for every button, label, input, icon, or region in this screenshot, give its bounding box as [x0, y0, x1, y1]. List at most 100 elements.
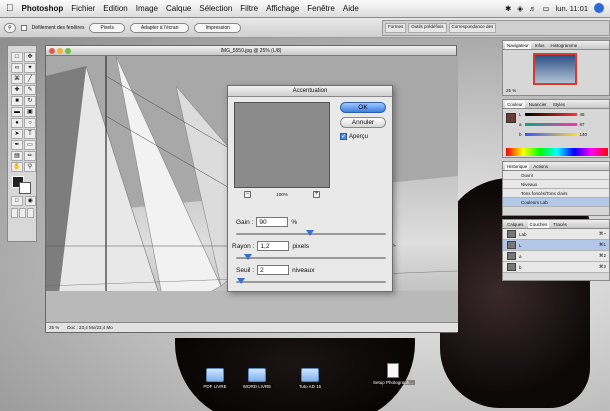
clock[interactable]: lun. 11:01 — [556, 4, 588, 13]
desktop-document[interactable]: Setup Photograph... — [368, 363, 418, 385]
crop-tool-icon[interactable]: ⌘ — [11, 74, 23, 84]
color-slider[interactable] — [524, 113, 577, 116]
cancel-button[interactable]: Annuler — [340, 117, 386, 128]
print-size-button[interactable]: Impression — [194, 22, 241, 33]
bluetooth-icon[interactable]: ✱ — [505, 4, 511, 13]
amount-slider-thumb[interactable] — [306, 230, 314, 236]
magic-wand-icon[interactable]: ✦ — [24, 63, 36, 73]
tab-swatches[interactable]: Nuancier — [527, 100, 549, 108]
desktop-folder[interactable]: Tuto AD 15 — [285, 368, 335, 389]
gradient-tool-icon[interactable]: ▣ — [24, 107, 36, 117]
path-select-icon[interactable]: ➤ — [11, 129, 23, 139]
color-channel-value[interactable]: 87 — [580, 122, 585, 127]
tab-histogram[interactable]: Histogramme — [549, 41, 580, 49]
tab-styles[interactable]: Styles — [551, 100, 567, 108]
menu-calque[interactable]: Calque — [166, 4, 191, 13]
dodge-tool-icon[interactable]: ○ — [24, 118, 36, 128]
amount-field[interactable]: 90 — [256, 217, 289, 227]
history-item[interactable]: Niveaux — [503, 180, 609, 189]
radius-slider-thumb[interactable] — [244, 254, 252, 260]
brush-tool-icon[interactable]: ✎ — [24, 85, 36, 95]
color-channel-value[interactable]: 45 — [580, 112, 585, 117]
volume-icon[interactable]: ♬ — [529, 4, 537, 13]
menu-fichier[interactable]: Fichier — [71, 4, 95, 13]
menu-photoshop[interactable]: Photoshop — [22, 4, 64, 13]
threshold-field[interactable]: 2 — [257, 265, 290, 275]
menu-image[interactable]: Image — [136, 4, 158, 13]
healing-brush-icon[interactable]: ✚ — [11, 85, 23, 95]
lasso-tool-icon[interactable]: ∞ — [11, 63, 23, 73]
stamp-tool-icon[interactable]: ■ — [11, 96, 23, 106]
zoom-level[interactable]: 25 % — [49, 325, 59, 330]
current-color-swatch[interactable] — [506, 113, 516, 123]
battery-icon[interactable]: ▭ — [543, 4, 550, 13]
apple-menu-icon[interactable]:  — [6, 3, 14, 14]
menu-edition[interactable]: Edition — [103, 4, 127, 13]
wifi-icon[interactable]: ◈ — [517, 4, 523, 13]
quickmask-mode-icon[interactable]: ◉ — [24, 196, 36, 206]
menu-affichage[interactable]: Affichage — [266, 4, 299, 13]
screen-mode-icon[interactable] — [19, 208, 26, 218]
menu-fenetre[interactable]: Fenêtre — [307, 4, 335, 13]
move-tool-icon[interactable]: ✥ — [24, 52, 36, 62]
channel-row[interactable]: b ⌘3 — [503, 262, 609, 273]
tab-layers[interactable]: Calques — [505, 220, 526, 228]
color-slider[interactable] — [524, 123, 577, 126]
eraser-tool-icon[interactable]: ▬ — [11, 107, 23, 117]
preview-checkbox[interactable]: ✓ — [340, 133, 347, 140]
radius-field[interactable]: 1,2 — [257, 241, 290, 251]
navigator-thumbnail[interactable] — [533, 53, 577, 85]
channel-row-selected[interactable]: L ⌘1 — [503, 240, 609, 251]
navigator-zoom[interactable]: 25 % — [506, 88, 516, 93]
scroll-all-checkbox[interactable] — [20, 24, 27, 31]
history-brush-icon[interactable]: ↻ — [24, 96, 36, 106]
history-item-selected[interactable]: Couleurs Lab — [503, 198, 609, 207]
shape-tool-icon[interactable]: ▭ — [24, 140, 36, 150]
color-spectrum[interactable] — [506, 148, 608, 156]
tab-paths[interactable]: Tracés — [551, 220, 569, 228]
desktop-folder[interactable]: WORD LIVRE — [232, 368, 282, 389]
threshold-slider-thumb[interactable] — [237, 278, 245, 284]
palette-well-tab[interactable]: Formes — [385, 23, 407, 33]
blur-tool-icon[interactable]: ● — [11, 118, 23, 128]
tab-info[interactable]: Infos — [533, 41, 547, 49]
menu-aide[interactable]: Aide — [343, 4, 359, 13]
channel-row[interactable]: Lab ⌘~ — [503, 229, 609, 240]
preview-checkbox-row[interactable]: ✓ Aperçu — [340, 133, 368, 140]
tab-channels[interactable]: Couches — [527, 220, 550, 228]
marquee-tool-icon[interactable]: □ — [11, 52, 23, 62]
zoom-out-button[interactable]: − — [244, 191, 251, 198]
document-titlebar[interactable]: IMG_5550.jpg @ 25% (L/8) — [46, 46, 456, 56]
menu-filtre[interactable]: Filtre — [240, 4, 258, 13]
zoom-icon[interactable] — [65, 48, 71, 54]
spotlight-icon[interactable] — [594, 3, 604, 13]
standard-mode-icon[interactable]: □ — [11, 196, 23, 206]
tab-actions[interactable]: Actions — [531, 162, 550, 170]
notes-tool-icon[interactable]: ▤ — [11, 151, 23, 161]
zoom-tool-icon[interactable]: ⚲ — [24, 162, 36, 172]
channel-row[interactable]: a ⌘2 — [503, 251, 609, 262]
threshold-slider[interactable] — [236, 278, 386, 284]
minimize-icon[interactable] — [57, 48, 63, 54]
menu-selection[interactable]: Sélection — [199, 4, 232, 13]
pen-tool-icon[interactable]: ✒ — [11, 140, 23, 150]
radius-slider[interactable] — [236, 254, 386, 260]
eyedropper-icon[interactable]: ✏ — [24, 151, 36, 161]
type-tool-icon[interactable]: T — [24, 129, 36, 139]
slice-tool-icon[interactable]: ╱ — [24, 74, 36, 84]
close-icon[interactable] — [49, 48, 55, 54]
palette-well-tab[interactable]: Correspondance des — [448, 23, 497, 33]
ok-button[interactable]: OK — [340, 102, 386, 113]
background-color-swatch[interactable] — [19, 182, 31, 194]
tab-color[interactable]: Couleur — [505, 100, 525, 108]
zoom-in-button[interactable]: + — [312, 191, 320, 198]
tool-preset-icon[interactable]: ⚲ — [4, 22, 16, 33]
amount-slider[interactable] — [236, 230, 386, 236]
actual-pixels-button[interactable]: Pixels — [89, 22, 125, 33]
tab-history[interactable]: Historique — [505, 162, 530, 170]
screen-mode-icon[interactable] — [11, 208, 18, 218]
screen-mode-icon[interactable] — [27, 208, 34, 218]
color-slider[interactable] — [524, 133, 577, 136]
history-item[interactable]: Tons foncés/Tons clairs — [503, 189, 609, 198]
color-channel-value[interactable]: 140 — [580, 132, 588, 137]
